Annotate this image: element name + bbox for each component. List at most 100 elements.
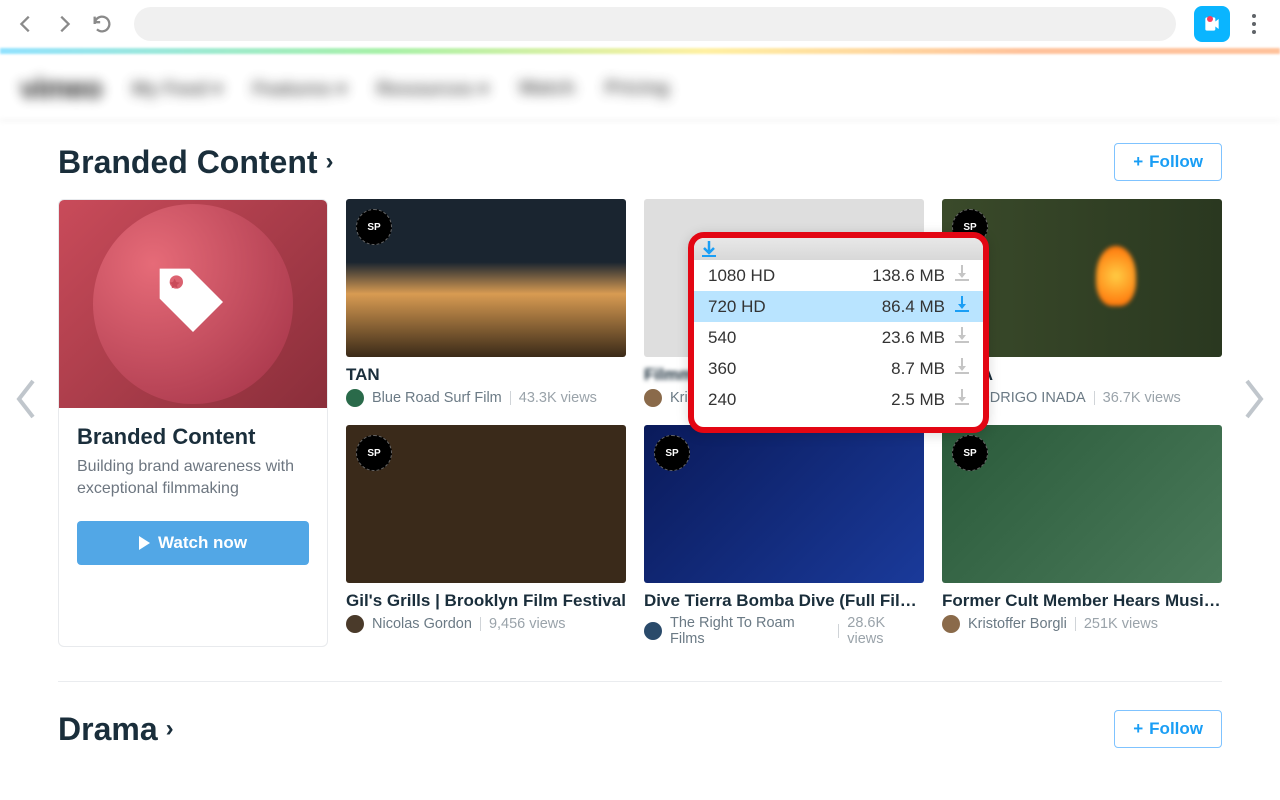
download-option[interactable]: 360 8.7 MB: [694, 353, 983, 384]
channel-name[interactable]: Blue Road Surf Film: [372, 390, 502, 406]
download-quality-popup: 1080 HD 138.6 MB 720 HD 86.4 MB 540 23.6…: [688, 232, 989, 433]
channel-avatar: [942, 615, 960, 633]
quality-label: 240: [708, 390, 818, 410]
video-thumbnail: SP: [942, 425, 1222, 583]
meta-separator: [510, 391, 511, 405]
download-option[interactable]: 540 23.6 MB: [694, 322, 983, 353]
meta-separator: [838, 624, 839, 638]
browser-more-menu-icon[interactable]: [1240, 14, 1268, 34]
video-card[interactable]: SP Gil's Grills | Brooklyn Film Festival…: [346, 425, 626, 647]
forward-button[interactable]: [50, 10, 78, 38]
file-size: 86.4 MB: [818, 297, 955, 317]
view-count: 9,456 views: [489, 616, 566, 632]
follow-label: Follow: [1149, 719, 1203, 739]
staff-pick-badge-icon: SP: [356, 435, 392, 471]
video-card[interactable]: SP Dive Tierra Bomba Dive (Full Film… Th…: [644, 425, 924, 647]
quality-label: 720 HD: [708, 297, 818, 317]
chevron-right-icon: ›: [326, 148, 334, 176]
meta-separator: [480, 617, 481, 631]
nav-divider: [0, 120, 1280, 121]
file-size: 138.6 MB: [818, 266, 955, 286]
plus-icon: +: [1133, 152, 1143, 172]
video-thumbnail: SP: [346, 425, 626, 583]
nav-item: Watch: [519, 78, 575, 100]
video-card[interactable]: SP TAN Blue Road Surf Film 43.3K views: [346, 199, 626, 407]
carousel-next-button[interactable]: [1240, 379, 1266, 424]
file-size: 8.7 MB: [818, 359, 955, 379]
file-size: 2.5 MB: [818, 390, 955, 410]
nav-item: Features ▾: [253, 78, 347, 101]
view-count: 251K views: [1084, 616, 1158, 632]
meta-separator: [1094, 391, 1095, 405]
download-option[interactable]: 1080 HD 138.6 MB: [694, 260, 983, 291]
follow-label: Follow: [1149, 152, 1203, 172]
notification-dot-icon: [1207, 16, 1213, 22]
video-thumbnail: SP: [346, 199, 626, 357]
meta-separator: [1075, 617, 1076, 631]
address-bar[interactable]: [134, 7, 1176, 41]
video-downloader-extension-icon[interactable]: [1194, 6, 1230, 42]
play-icon: [139, 536, 150, 550]
popup-header: [694, 238, 983, 260]
plus-icon: +: [1133, 719, 1143, 739]
section-title-link[interactable]: Branded Content ›: [58, 144, 334, 181]
quality-label: 360: [708, 359, 818, 379]
download-arrow-icon: [702, 241, 716, 262]
download-icon: [955, 389, 969, 410]
featured-image: [59, 200, 327, 408]
staff-pick-badge-icon: SP: [952, 435, 988, 471]
featured-title: Branded Content: [77, 424, 309, 450]
file-size: 23.6 MB: [818, 328, 955, 348]
featured-description: Building brand awareness with exceptiona…: [77, 456, 309, 501]
nav-item: Pricing: [605, 78, 669, 100]
download-option[interactable]: 720 HD 86.4 MB: [694, 291, 983, 322]
tag-icon: [153, 262, 233, 347]
download-option[interactable]: 240 2.5 MB: [694, 384, 983, 415]
video-title: Former Cult Member Hears Musi…: [942, 591, 1222, 611]
chevron-right-icon: ›: [166, 715, 174, 743]
site-logo: vimeo: [20, 72, 102, 106]
view-count: 28.6K views: [847, 615, 924, 647]
back-button[interactable]: [12, 10, 40, 38]
section-title-text: Branded Content: [58, 144, 318, 181]
follow-button[interactable]: + Follow: [1114, 143, 1222, 181]
download-icon: [955, 296, 969, 317]
quality-label: 1080 HD: [708, 266, 818, 286]
video-title: Gil's Grills | Brooklyn Film Festival: [346, 591, 626, 611]
video-title: Dive Tierra Bomba Dive (Full Film…: [644, 591, 924, 611]
watch-now-label: Watch now: [158, 533, 247, 553]
download-options-list: 1080 HD 138.6 MB 720 HD 86.4 MB 540 23.6…: [694, 260, 983, 415]
site-nav-blurred: vimeo My Feed ▾ Features ▾ Resources ▾ W…: [0, 54, 1280, 120]
reload-button[interactable]: [88, 10, 116, 38]
channel-name[interactable]: Kristoffer Borgli: [968, 616, 1067, 632]
fire-graphic: [1096, 246, 1136, 306]
carousel-prev-button[interactable]: [14, 379, 40, 424]
channel-name[interactable]: Nicolas Gordon: [372, 616, 472, 632]
follow-button[interactable]: + Follow: [1114, 710, 1222, 748]
staff-pick-badge-icon: SP: [654, 435, 690, 471]
featured-category-card[interactable]: Branded Content Building brand awareness…: [58, 199, 328, 647]
watch-now-button[interactable]: Watch now: [77, 521, 309, 565]
video-carousel: Branded Content Building brand awareness…: [58, 199, 1222, 647]
channel-avatar: [346, 389, 364, 407]
section-title-text: Drama: [58, 711, 158, 748]
view-count: 36.7K views: [1103, 390, 1181, 406]
browser-toolbar: [0, 0, 1280, 48]
channel-avatar: [346, 615, 364, 633]
section-title-link[interactable]: Drama ›: [58, 711, 174, 748]
staff-pick-badge-icon: SP: [356, 209, 392, 245]
channel-avatar: [644, 389, 662, 407]
nav-item: Resources ▾: [377, 78, 489, 101]
view-count: 43.3K views: [519, 390, 597, 406]
section-header: Branded Content › + Follow: [58, 143, 1222, 181]
nav-item: My Feed ▾: [132, 78, 223, 101]
quality-label: 540: [708, 328, 818, 348]
channel-avatar: [644, 622, 662, 640]
download-icon: [955, 265, 969, 286]
channel-name[interactable]: The Right To Roam Films: [670, 615, 830, 647]
video-thumbnail: SP: [644, 425, 924, 583]
download-icon: [955, 327, 969, 348]
video-card[interactable]: SP Former Cult Member Hears Musi… Kristo…: [942, 425, 1222, 647]
download-icon: [955, 358, 969, 379]
video-title: TAN: [346, 365, 626, 385]
